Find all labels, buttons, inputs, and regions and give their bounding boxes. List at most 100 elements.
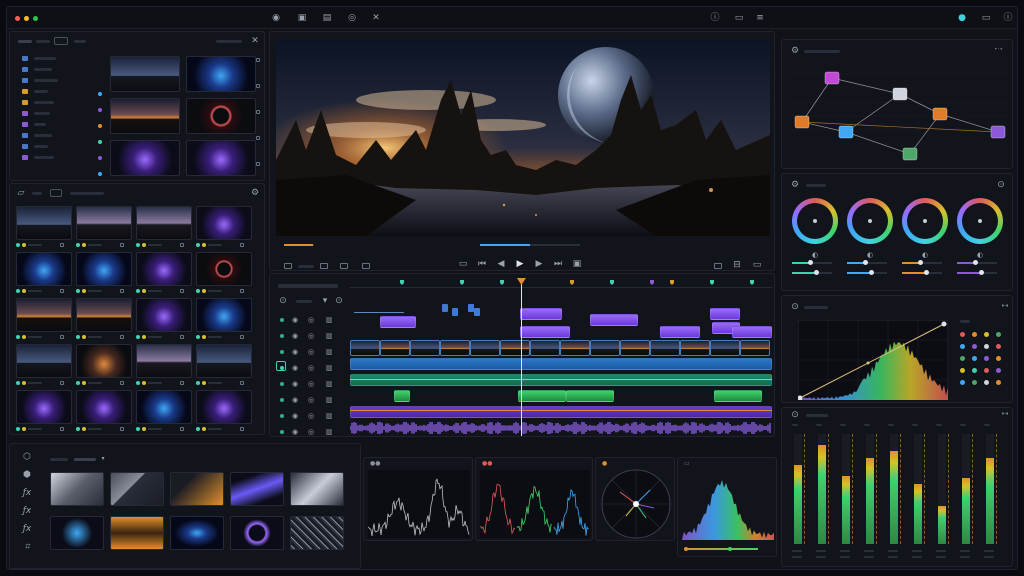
track-chevron-icon[interactable]: ▾: [320, 296, 330, 306]
timeline-marker[interactable]: [610, 280, 614, 285]
audio-clip[interactable]: [714, 390, 762, 402]
eye-icon[interactable]: ◉: [290, 379, 300, 389]
graph-node[interactable]: [794, 115, 810, 129]
clip-checkbox[interactable]: [60, 335, 64, 339]
eye-icon[interactable]: ◉: [290, 411, 300, 421]
effect-preset[interactable]: [290, 516, 344, 550]
lock-icon[interactable]: ◎: [306, 395, 316, 405]
palette-swatch[interactable]: [960, 368, 965, 373]
music-track[interactable]: [350, 406, 772, 418]
graphics-clip[interactable]: [520, 308, 562, 320]
curves-graph[interactable]: [798, 320, 948, 400]
fullscreen-icon[interactable]: ▭: [752, 260, 762, 270]
palette-swatch[interactable]: [996, 380, 1001, 385]
link-button[interactable]: [714, 263, 722, 269]
graphics-clip[interactable]: [710, 308, 740, 320]
nodes-icon[interactable]: ⚙: [790, 46, 800, 56]
box-icon[interactable]: ⬡: [20, 452, 34, 462]
color-wheel[interactable]: [902, 198, 948, 244]
title-clip[interactable]: [442, 304, 448, 312]
chevron-down-icon[interactable]: ▾: [98, 454, 108, 464]
timeline-marker[interactable]: [400, 280, 404, 285]
deliver-icon[interactable]: ▭: [981, 13, 991, 23]
clip-checkbox[interactable]: [180, 381, 184, 385]
bin-thumbnail[interactable]: [186, 140, 256, 176]
mute-icon[interactable]: ▥: [324, 411, 334, 421]
bin-checkbox[interactable]: [256, 136, 260, 140]
stop-icon[interactable]: ▭: [458, 259, 468, 269]
folder-icon[interactable]: [22, 133, 28, 138]
track-enable-dot[interactable]: [280, 398, 284, 402]
folder-label[interactable]: [34, 79, 58, 82]
eye-icon[interactable]: ◉: [290, 315, 300, 325]
bin-thumbnail[interactable]: [110, 56, 180, 92]
clip-thumbnail[interactable]: [196, 252, 252, 286]
clip-checkbox[interactable]: [240, 289, 244, 293]
bin-checkbox[interactable]: [256, 58, 260, 62]
histogram-slider-handle-left[interactable]: [684, 547, 688, 551]
track-enable-dot[interactable]: [280, 350, 284, 354]
effect-preset[interactable]: [50, 472, 104, 506]
palette-swatch[interactable]: [972, 356, 977, 361]
wheel-slider[interactable]: [957, 260, 997, 265]
wheel-slider[interactable]: [957, 270, 997, 275]
menu-icon[interactable]: ≡: [755, 13, 765, 23]
audio-track-1[interactable]: [350, 374, 772, 386]
clip-checkbox[interactable]: [120, 381, 124, 385]
clip-thumbnail[interactable]: [196, 206, 252, 240]
clip-thumbnail[interactable]: [16, 298, 72, 332]
timeline-marker[interactable]: [710, 280, 714, 285]
clip-checkbox[interactable]: [60, 427, 64, 431]
effect-preset[interactable]: [110, 516, 164, 550]
clip-thumbnail[interactable]: [136, 344, 192, 378]
clip-thumbnail[interactable]: [76, 206, 132, 240]
view-toggle-button[interactable]: [54, 37, 68, 45]
bin-checkbox[interactable]: [256, 110, 260, 114]
title-clip[interactable]: [474, 308, 480, 316]
palette-swatch[interactable]: [960, 356, 965, 361]
video-clip[interactable]: [530, 340, 560, 356]
transform-icon[interactable]: ⌗: [20, 542, 34, 552]
help-icon[interactable]: ⓘ: [1003, 13, 1013, 23]
clip-thumbnail[interactable]: [196, 298, 252, 332]
folder-icon[interactable]: [22, 78, 28, 83]
timeline-marker[interactable]: [500, 280, 504, 285]
mute-icon[interactable]: ▥: [324, 427, 334, 436]
folder-label[interactable]: [34, 145, 48, 148]
video-clip[interactable]: [680, 340, 710, 356]
track-settings-icon[interactable]: ⊙: [278, 296, 288, 306]
bin-checkbox[interactable]: [256, 162, 260, 166]
cut-page-icon[interactable]: ▣: [297, 13, 307, 23]
clip-thumbnail[interactable]: [76, 252, 132, 286]
histogram-slider[interactable]: [686, 548, 758, 550]
folder-label[interactable]: [34, 90, 48, 93]
clip-thumbnail[interactable]: [76, 298, 132, 332]
graph-node[interactable]: [892, 87, 908, 101]
wheel-mode-icon[interactable]: ◐: [865, 250, 875, 260]
wheel-slider[interactable]: [902, 270, 942, 275]
palette-swatch[interactable]: [960, 332, 965, 337]
fx-icon[interactable]: ƒx: [20, 506, 34, 516]
lock-icon[interactable]: ◎: [306, 411, 316, 421]
video-clip[interactable]: [620, 340, 650, 356]
timeline-marker[interactable]: [750, 280, 754, 285]
info-icon[interactable]: ⓘ: [710, 13, 720, 23]
audio-icon[interactable]: ⊙: [790, 410, 800, 420]
skip-back-icon[interactable]: ⏮: [477, 259, 487, 269]
play-icon[interactable]: ▶: [515, 259, 525, 269]
color-wheel[interactable]: [957, 198, 1003, 244]
folder-icon[interactable]: [22, 122, 28, 127]
timeline-marker[interactable]: [650, 280, 654, 285]
track-enable-dot[interactable]: [280, 382, 284, 386]
curves-icon[interactable]: ⊙: [790, 302, 800, 312]
wheel-slider[interactable]: [847, 270, 887, 275]
title-clip[interactable]: [452, 308, 458, 316]
video-clip[interactable]: [650, 340, 680, 356]
record-icon[interactable]: ●: [957, 13, 967, 23]
graphics-clip[interactable]: [590, 314, 638, 326]
edit-page-icon[interactable]: ▤: [322, 13, 332, 23]
close-window-button[interactable]: [15, 16, 20, 21]
effect-preset[interactable]: [230, 516, 284, 550]
clip-checkbox[interactable]: [180, 335, 184, 339]
folder-label[interactable]: [34, 57, 56, 60]
